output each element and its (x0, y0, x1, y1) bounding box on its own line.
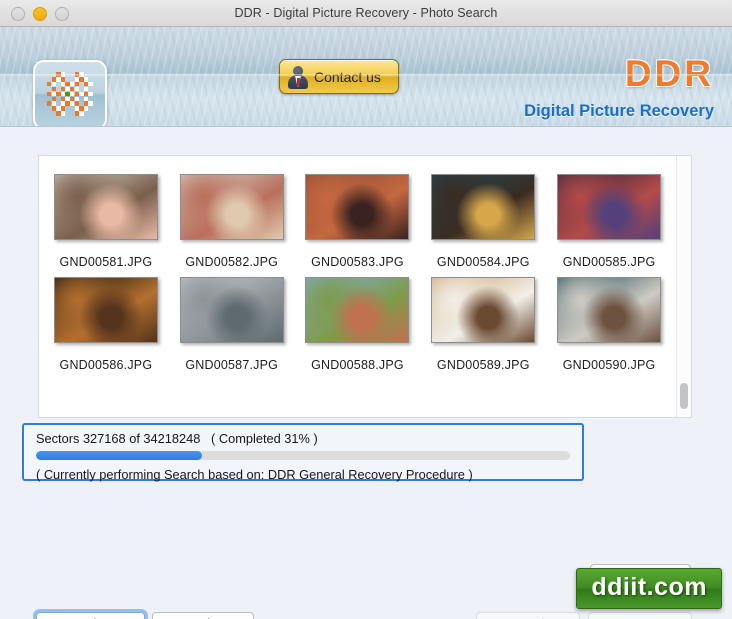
next-button[interactable]: Next > (588, 612, 692, 619)
back-button[interactable]: < Back (476, 612, 580, 619)
photo-cell[interactable]: GND00585.JPG (546, 166, 672, 269)
photo-cell[interactable]: GND00584.JPG (420, 166, 546, 269)
watermark: ddiit.com (576, 568, 722, 609)
photo-cell[interactable]: GND00588.JPG (295, 269, 421, 372)
photo-filename: GND00583.JPG (311, 255, 404, 269)
scrollbar-thumb[interactable] (680, 383, 688, 409)
watermark-text: ddiit.com (591, 573, 707, 601)
application-window: DDR - Digital Picture Recovery - Photo S… (0, 0, 732, 619)
sectors-status-text: Sectors 327168 of 34218248 ( Completed 3… (36, 431, 318, 446)
help-button[interactable]: Help (36, 612, 145, 619)
photo-thumbnail[interactable] (53, 277, 158, 343)
photo-cell[interactable]: GND00590.JPG (546, 269, 672, 372)
photo-thumbnail[interactable] (305, 174, 410, 240)
person-icon (287, 65, 309, 89)
photo-grid-scroll-area: GND00581.JPG GND00582.JPG GND00583.JPG GND0… (39, 156, 676, 417)
photo-filename: GND00581.JPG (59, 255, 153, 269)
progress-panel: Sectors 327168 of 34218248 ( Completed 3… (22, 423, 584, 482)
photo-grid: GND00581.JPG GND00582.JPG GND00583.JPG GND0… (39, 156, 676, 372)
photo-thumbnail[interactable] (431, 174, 536, 240)
progress-bar-track (36, 451, 570, 460)
photo-filename: GND00587.JPG (185, 358, 279, 372)
photo-thumbnail[interactable] (431, 277, 536, 343)
main-content: GND00581.JPG GND00582.JPG GND00583.JPG GND0… (0, 127, 732, 619)
photo-filename: GND00590.JPG (562, 358, 656, 372)
photo-cell[interactable]: GND00587.JPG (169, 269, 295, 372)
photo-thumbnail[interactable] (179, 174, 284, 240)
photo-filename: GND00584.JPG (436, 255, 530, 269)
close-button[interactable] (11, 7, 25, 21)
exit-button[interactable]: Exit (152, 612, 254, 619)
photo-results-panel: GND00581.JPG GND00582.JPG GND00583.JPG GND0… (38, 155, 692, 418)
minimize-button[interactable] (33, 7, 47, 21)
zoom-button[interactable] (55, 7, 69, 21)
brand-title: DDR (624, 53, 714, 94)
photo-thumbnail[interactable] (53, 174, 158, 240)
app-header: Contact us DDR Digital Picture Recovery (0, 27, 732, 127)
current-operation-text: ( Currently performing Search based on: … (36, 467, 473, 482)
flower-glyph (47, 72, 93, 118)
window-title: DDR - Digital Picture Recovery - Photo S… (234, 6, 498, 20)
vertical-scrollbar[interactable] (676, 156, 691, 417)
photo-thumbnail[interactable] (557, 277, 662, 343)
photo-thumbnail[interactable] (179, 277, 284, 343)
photo-filename: GND00588.JPG (311, 358, 404, 372)
window-controls (11, 7, 69, 21)
photo-filename: GND00589.JPG (436, 358, 530, 372)
photo-cell[interactable]: GND00581.JPG (43, 166, 169, 269)
photo-thumbnail[interactable] (557, 174, 662, 240)
photo-cell[interactable]: GND00582.JPG (169, 166, 295, 269)
window-titlebar: DDR - Digital Picture Recovery - Photo S… (0, 0, 732, 27)
photo-filename: GND00586.JPG (59, 358, 153, 372)
photo-filename: GND00582.JPG (185, 255, 279, 269)
photo-filename: GND00585.JPG (562, 255, 656, 269)
photo-cell[interactable]: GND00586.JPG (43, 269, 169, 372)
photo-cell[interactable]: GND00583.JPG (295, 166, 421, 269)
brand-block: DDR Digital Picture Recovery (524, 55, 714, 121)
contact-us-label: Contact us (314, 68, 381, 85)
contact-us-button[interactable]: Contact us (279, 59, 399, 94)
ddr-app-icon (33, 60, 107, 126)
progress-bar-fill (36, 451, 202, 460)
photo-thumbnail[interactable] (305, 277, 410, 343)
photo-cell[interactable]: GND00589.JPG (420, 269, 546, 372)
brand-subtitle: Digital Picture Recovery (524, 102, 714, 120)
